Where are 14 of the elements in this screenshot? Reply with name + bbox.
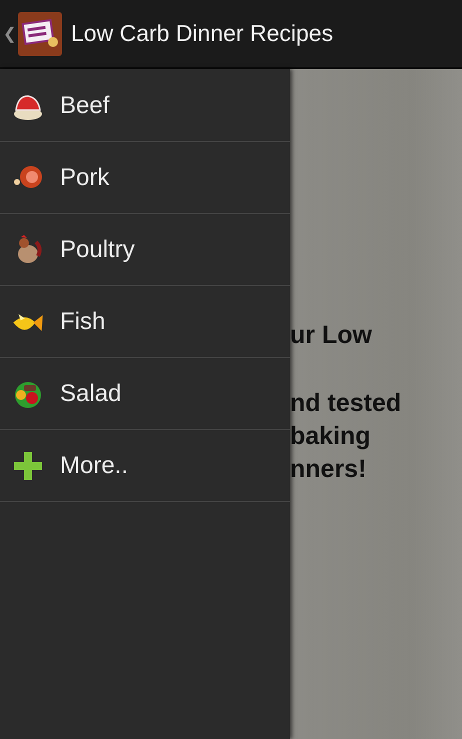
intro-text: ur Low bbox=[290, 320, 373, 351]
fish-icon bbox=[12, 312, 44, 332]
app-logo-icon[interactable] bbox=[18, 12, 62, 56]
drawer-item[interactable]: Beef bbox=[0, 70, 290, 142]
drawer-item[interactable]: Pork bbox=[0, 142, 290, 214]
drawer-item[interactable]: Poultry bbox=[0, 214, 290, 286]
intro-text: nd tested bbox=[290, 388, 402, 419]
app-title: Low Carb Dinner Recipes bbox=[71, 20, 334, 47]
intro-text: nners! bbox=[290, 454, 368, 485]
drawer-item[interactable]: More.. bbox=[0, 430, 290, 502]
intro-text: baking bbox=[290, 421, 372, 452]
plus-icon bbox=[12, 450, 44, 482]
back-caret[interactable]: ❮ bbox=[0, 24, 17, 43]
drawer-item[interactable]: Salad bbox=[0, 358, 290, 430]
